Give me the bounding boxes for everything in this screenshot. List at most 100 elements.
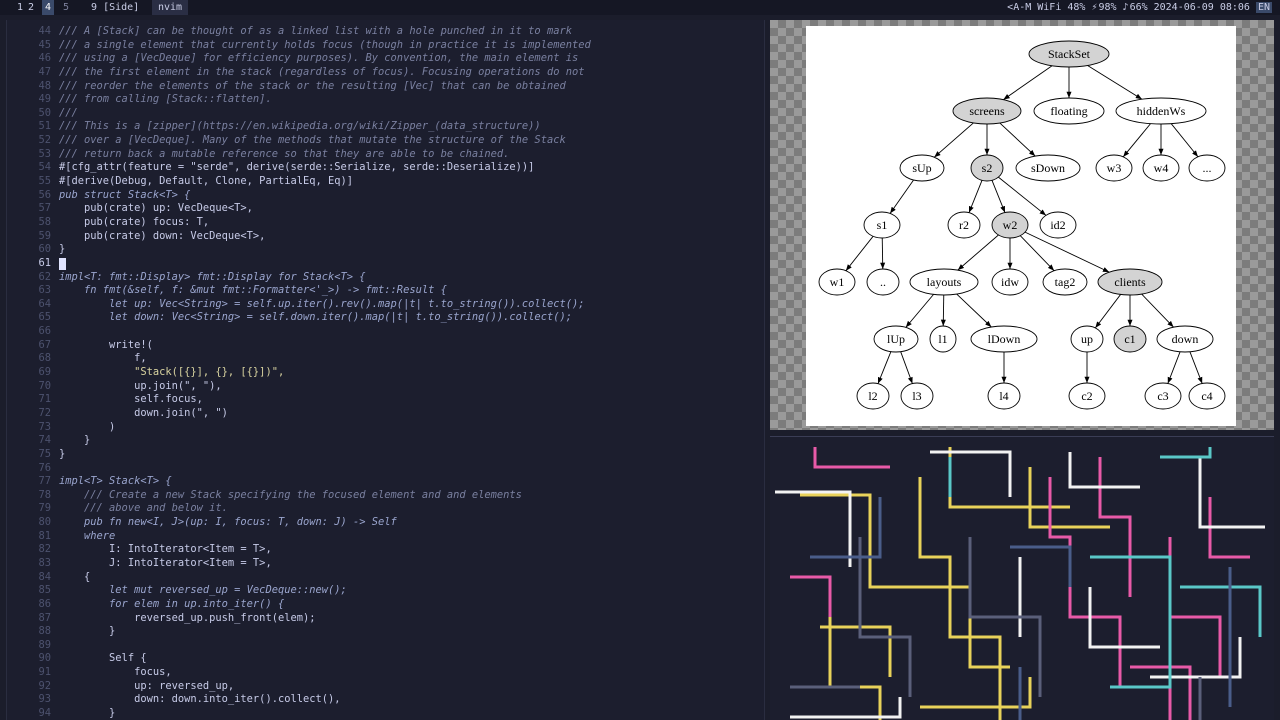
pipe-segment [1168,537,1222,720]
code-line[interactable]: 84 { [7,571,764,585]
code-line[interactable]: 58 pub(crate) focus: T, [7,216,764,230]
graph-node-label: layouts [927,275,962,289]
line-number: 58 [38,215,51,228]
line-text: } [59,447,66,460]
code-line[interactable]: 46 /// using a [VecDeque] for efficiency … [7,52,764,66]
code-line[interactable]: 77 impl<T> Stack<T> { [7,475,764,489]
graph-node-label: w1 [830,275,845,289]
graph-node-s1: s1 [863,211,901,239]
code-line[interactable]: 88 } [7,625,764,639]
code-line[interactable]: 87 reversed_up.push_front(elem); [7,612,764,626]
graph-node-w3: w3 [1095,154,1133,182]
code-line[interactable]: 65 let down: Vec<String> = self.down.ite… [7,311,764,325]
line-text: pub(crate) down: VecDeque<T>, [59,229,266,242]
line-text: where [59,529,116,542]
code-line[interactable]: 89 [7,639,764,653]
workspace-5-button[interactable]: 5 [60,0,72,15]
clock: 2024-06-09 08:06 [1153,2,1250,13]
code-line[interactable]: 71 self.focus, [7,393,764,407]
code-line[interactable]: 52 /// over a [VecDeque]. Many of the met… [7,134,764,148]
line-number: 57 [38,202,51,215]
graph-edge-lUp-l3 [900,351,913,384]
graph-edge-lUp-l2 [877,351,892,384]
code-line[interactable]: 93 down: down.into_iter().collect(), [7,693,764,707]
code-buffer[interactable]: 44 /// A [Stack] can be thought of as a l… [7,25,764,720]
code-line[interactable]: 48 /// reorder the elements of the stack … [7,80,764,94]
code-line[interactable]: 80 pub fn new<I, J>(up: I, focus: T, dow… [7,516,764,530]
line-text: #[cfg_attr(feature = "serde", derive(ser… [59,161,535,174]
graph-edge-layouts-lDown [956,293,992,328]
code-line[interactable]: 79 /// above and below it. [7,502,764,516]
line-text: down.join(", ") [59,406,228,419]
graph-node-dd: .. [866,268,900,296]
graph-node-clients: clients [1097,268,1163,296]
line-number: 89 [38,638,51,651]
graph-node-c2: c2 [1068,382,1106,410]
graph-node-label: idw [1001,275,1019,289]
code-line[interactable]: 90 Self { [7,652,764,666]
line-number: 65 [38,311,51,324]
line-text: pub fn new<I, J>(up: I, focus: T, down: … [59,516,397,529]
code-line[interactable]: 47 /// the first element in the stack (re… [7,66,764,80]
pipe-segment [1160,447,1212,459]
workspace-9-button[interactable]: 9 [Side] [88,0,142,15]
graph-node-w1: w1 [818,268,856,296]
graph-node-l1: l1 [929,325,957,353]
code-line[interactable]: 68 f, [7,352,764,366]
code-line[interactable]: 74 } [7,434,764,448]
code-line[interactable]: 54 #[cfg_attr(feature = "serde", derive(s… [7,161,764,175]
code-line[interactable]: 55 #[derive(Debug, Default, Clone, Partia… [7,175,764,189]
code-line[interactable]: 59 pub(crate) down: VecDeque<T>, [7,230,764,244]
editor-pane[interactable]: 44 /// A [Stack] can be thought of as a l… [6,20,765,720]
code-line[interactable]: 49 /// from calling [Stack::flatten]. [7,93,764,107]
battery-icon: ⚡ [1091,2,1098,13]
code-line[interactable]: 62 impl<T: fmt::Display> fmt::Display for… [7,271,764,285]
code-line[interactable]: 92 up: reversed_up, [7,680,764,694]
code-line[interactable]: 64 let up: Vec<String> = self.up.iter().… [7,298,764,312]
code-line[interactable]: 53 /// return back a mutable reference so… [7,148,764,162]
line-text: /// using a [VecDeque] for efficiency pu… [59,52,579,65]
code-line[interactable]: 60} [7,243,764,257]
line-text: /// A [Stack] can be thought of as a lin… [59,25,572,37]
code-line[interactable]: 70 up.join(", "), [7,380,764,394]
code-line[interactable]: 45 /// a single element that currently ho… [7,39,764,53]
code-line[interactable]: 91 focus, [7,666,764,680]
code-line[interactable]: 94 } [7,707,764,720]
keyboard-layout[interactable]: EN [1255,2,1272,13]
code-line[interactable]: 75} [7,448,764,462]
code-line[interactable]: 81 where [7,530,764,544]
workspace-2-button[interactable]: 2 [25,0,37,15]
code-line[interactable]: 56 pub struct Stack<T> { [7,189,764,203]
graph-node-label: up [1081,332,1093,346]
code-line[interactable]: 61 [7,257,764,271]
code-line[interactable]: 72 down.join(", ") [7,407,764,421]
code-line[interactable]: 63 fn fmt(&self, f: &mut fmt::Formatter<… [7,284,764,298]
code-line[interactable]: 67 write!( [7,339,764,353]
code-line[interactable]: 76 [7,462,764,476]
line-number: 77 [38,475,51,488]
line-number: 67 [38,338,51,351]
code-line[interactable]: 69 "Stack([{}], {}, [{}])", [7,366,764,380]
line-number: 81 [38,529,51,542]
line-number: 55 [38,175,51,188]
code-line[interactable]: 44 /// A [Stack] can be thought of as a l… [7,25,764,39]
code-line[interactable]: 82 I: IntoIterator<Item = T>, [7,543,764,557]
code-line[interactable]: 86 for elem in up.into_iter() { [7,598,764,612]
code-line[interactable]: 85 let mut reversed_up = VecDeque::new()… [7,584,764,598]
line-text: } [59,625,116,638]
line-number: 45 [38,38,51,51]
line-number: 79 [38,502,51,515]
code-line[interactable]: 83 J: IntoIterator<Item = T>, [7,557,764,571]
code-line[interactable]: 57 pub(crate) up: VecDeque<T>, [7,202,764,216]
code-line[interactable]: 73 ) [7,421,764,435]
graph-node-c1: c1 [1113,325,1147,353]
code-line[interactable]: 51 /// This is a [zipper](https://en.wiki… [7,120,764,134]
line-number: 88 [38,625,51,638]
line-text: fn fmt(&self, f: &mut fmt::Formatter<'_>… [59,284,447,297]
code-line[interactable]: 78 /// Create a new Stack specifying the… [7,489,764,503]
graph-node-screens: screens [952,97,1022,125]
graph-node-sUp: sUp [899,154,945,182]
code-line[interactable]: 66 [7,325,764,339]
workspace-4-button[interactable]: 4 [42,0,55,15]
code-line[interactable]: 50 /// [7,107,764,121]
